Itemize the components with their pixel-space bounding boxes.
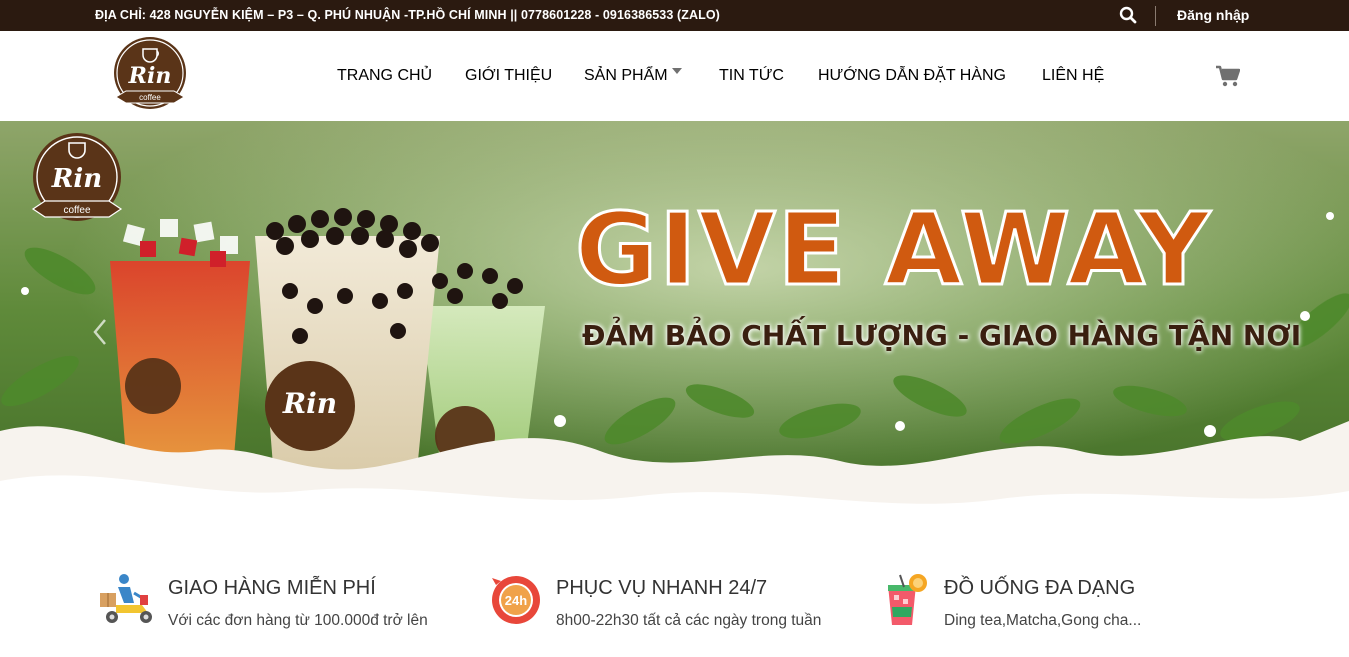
chevron-down-icon (671, 68, 682, 74)
banner-headline: GIVE AWAY (574, 190, 1212, 310)
feature-title: PHỤC VỤ NHANH 24/7 (556, 577, 768, 599)
login-link[interactable]: Đăng nhập (1177, 7, 1249, 23)
feature-title: ĐỒ UỐNG ĐA DẠNG (944, 577, 1136, 599)
feature-desc: Ding tea,Matcha,Gong cha... (944, 612, 1142, 629)
chevron-left-icon (93, 319, 106, 345)
top-bar: ĐỊA CHỈ: 428 NGUYỄN KIỆM – P3 – Q. PHÚ N… (0, 0, 1349, 31)
banner-logo-subtext: coffee (63, 205, 90, 216)
feature-title: GIAO HÀNG MIỄN PHÍ (168, 577, 376, 599)
slider-dot[interactable] (688, 513, 714, 516)
features-strip: GIAO HÀNG MIỄN PHÍ Với các đơn hàng từ 1… (0, 543, 1349, 657)
slider-dots (620, 513, 714, 516)
feature-desc: 8h00-22h30 tất cả các ngày trong tuần (556, 612, 822, 629)
cart-icon[interactable] (1216, 65, 1241, 87)
nav-home[interactable]: TRANG CHỦ (337, 67, 432, 85)
nav-about[interactable]: GIỚI THIỆU (465, 67, 552, 85)
logo-subtext: coffee (139, 93, 161, 102)
drink-icon (874, 573, 932, 627)
delivery-icon (98, 573, 156, 627)
logo-text: Rin (128, 63, 172, 89)
slider-dot[interactable] (620, 513, 646, 516)
24h-badge-text: 24h (505, 593, 527, 608)
slider-prev-button[interactable] (90, 317, 110, 347)
banner-logo-text: Rin (51, 164, 102, 194)
cup-logo-text: Rin (282, 387, 337, 420)
feature-desc: Với các đơn hàng từ 100.000đ trở lên (168, 612, 428, 629)
nav-products-label: SẢN PHẨM (584, 67, 668, 84)
nav-order-guide[interactable]: HƯỚNG DẪN ĐẶT HÀNG (818, 67, 1006, 85)
nav-news[interactable]: TIN TỨC (719, 67, 784, 85)
site-header: Rin coffee TRANG CHỦ GIỚI THIỆU SẢN PHẨM… (0, 31, 1349, 121)
hero-banner: Rin Rin coffee GIVE AWAY ĐẢM BẢO CHẤT LƯ… (0, 121, 1349, 543)
search-icon[interactable] (1119, 6, 1137, 24)
banner-tagline: ĐẢM BẢO CHẤT LƯỢNG - GIAO HÀNG TẬN NƠI (582, 319, 1302, 352)
nav-contact[interactable]: LIÊN HỆ (1042, 67, 1104, 85)
brand-logo[interactable]: Rin coffee (110, 35, 190, 115)
slider-dot[interactable] (654, 513, 680, 516)
store-address: ĐỊA CHỈ: 428 NGUYỄN KIỆM – P3 – Q. PHÚ N… (95, 8, 720, 22)
24h-icon: 24h (486, 573, 544, 627)
topbar-divider (1155, 6, 1156, 26)
nav-products[interactable]: SẢN PHẨM (584, 67, 682, 85)
